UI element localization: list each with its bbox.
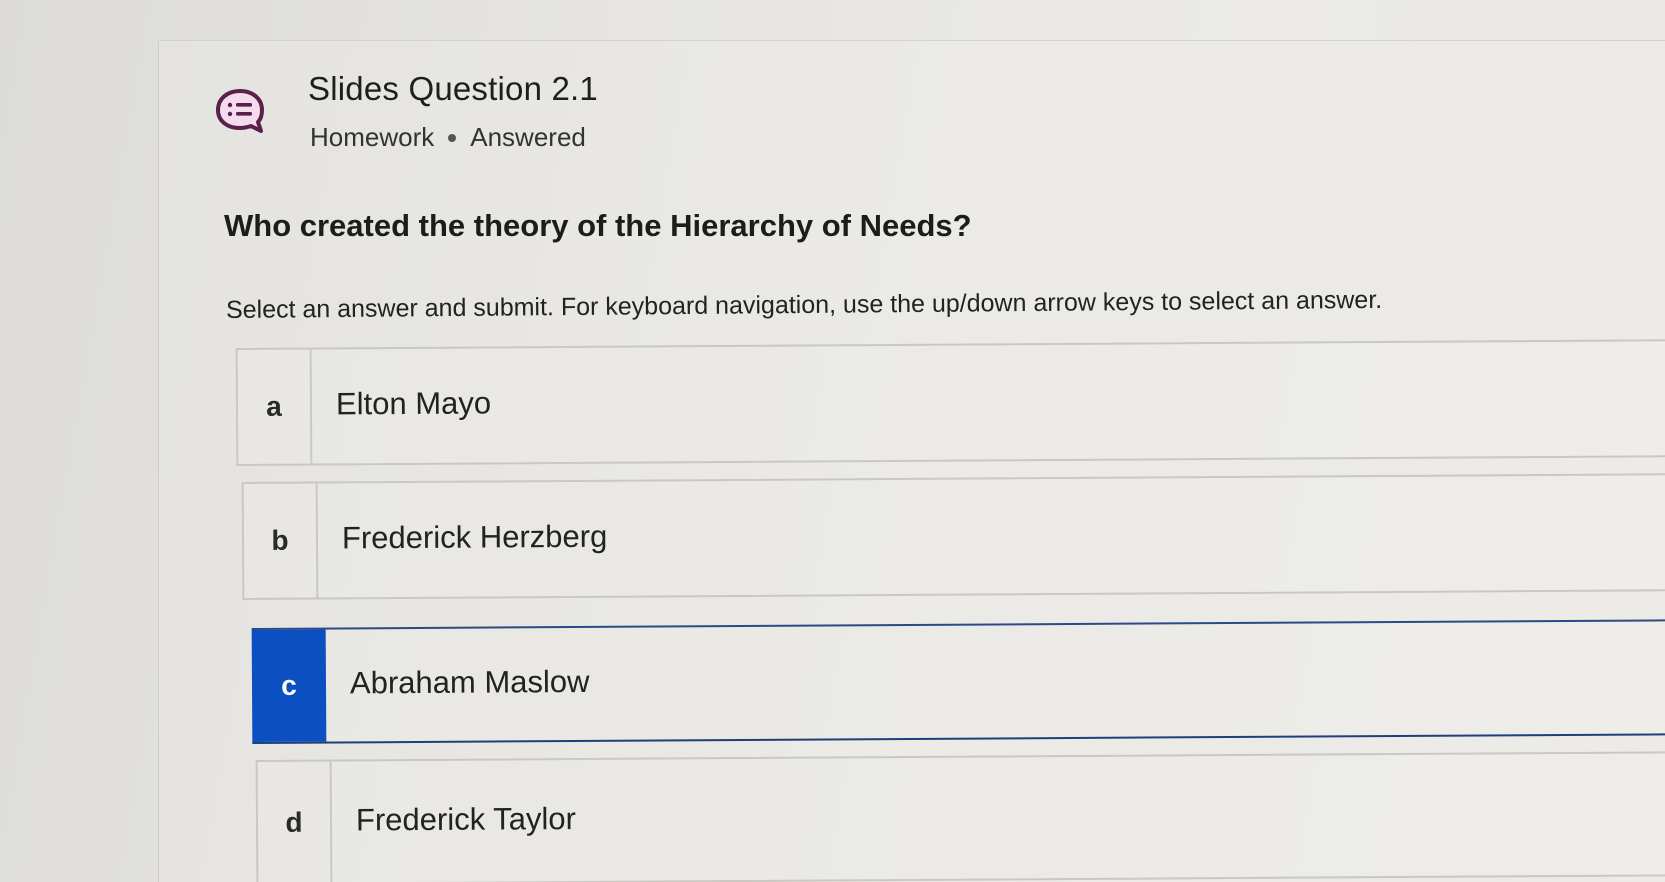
answer-options: a Elton Mayo b Frederick Herzberg c Abra…: [0, 0, 1665, 882]
option-label: Abraham Maslow: [349, 663, 590, 701]
answer-option-b[interactable]: b Frederick Herzberg: [241, 473, 1665, 600]
option-label: Frederick Taylor: [355, 800, 577, 837]
option-letter: c: [251, 629, 327, 742]
option-label: Elton Mayo: [335, 385, 492, 422]
answer-option-c-selected[interactable]: c Abraham Maslow: [251, 619, 1665, 744]
option-letter: d: [257, 761, 333, 882]
screen: Slides Question 2.1 Homework Answered Wh…: [0, 0, 1665, 882]
option-letter: b: [243, 483, 319, 598]
option-label: Frederick Herzberg: [341, 518, 608, 556]
answer-option-d[interactable]: d Frederick Taylor: [255, 751, 1665, 882]
option-letter: a: [237, 349, 313, 464]
answer-option-a[interactable]: a Elton Mayo: [235, 339, 1665, 466]
